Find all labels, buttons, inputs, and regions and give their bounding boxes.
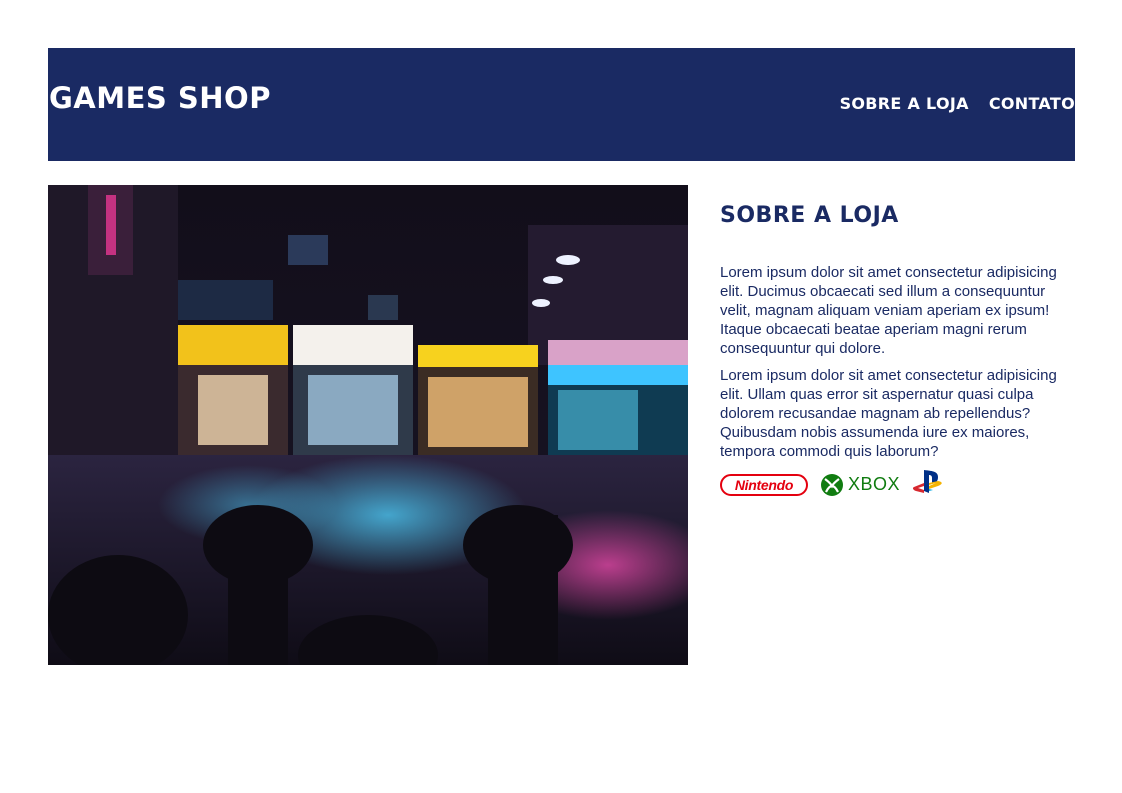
section-title: SOBRE A LOJA bbox=[720, 203, 899, 228]
xbox-icon bbox=[821, 473, 843, 496]
nintendo-logo: Nintendo bbox=[720, 473, 808, 496]
playstation-icon bbox=[912, 469, 944, 500]
nav-link-sobre-a-loja[interactable]: SOBRE A LOJA bbox=[840, 96, 969, 112]
main-nav: SOBRE A LOJA CONTATO bbox=[840, 96, 1075, 112]
xbox-logo: XBOX bbox=[820, 473, 900, 497]
brand-logos: Nintendo XBOX bbox=[720, 469, 1070, 500]
site-header: GAMES SHOP SOBRE A LOJA CONTATO bbox=[48, 48, 1075, 161]
xbox-label: XBOX bbox=[848, 474, 901, 495]
nav-link-contato[interactable]: CONTATO bbox=[989, 96, 1075, 112]
about-paragraph-1: Lorem ipsum dolor sit amet consectetur a… bbox=[720, 264, 1057, 358]
site-logo[interactable]: GAMES SHOP bbox=[49, 84, 271, 113]
about-paragraph-2: Lorem ipsum dolor sit amet consectetur a… bbox=[720, 367, 1057, 461]
hero-image bbox=[48, 185, 688, 665]
about-section: SOBRE A LOJA Lorem ipsum dolor sit amet … bbox=[720, 203, 1070, 500]
